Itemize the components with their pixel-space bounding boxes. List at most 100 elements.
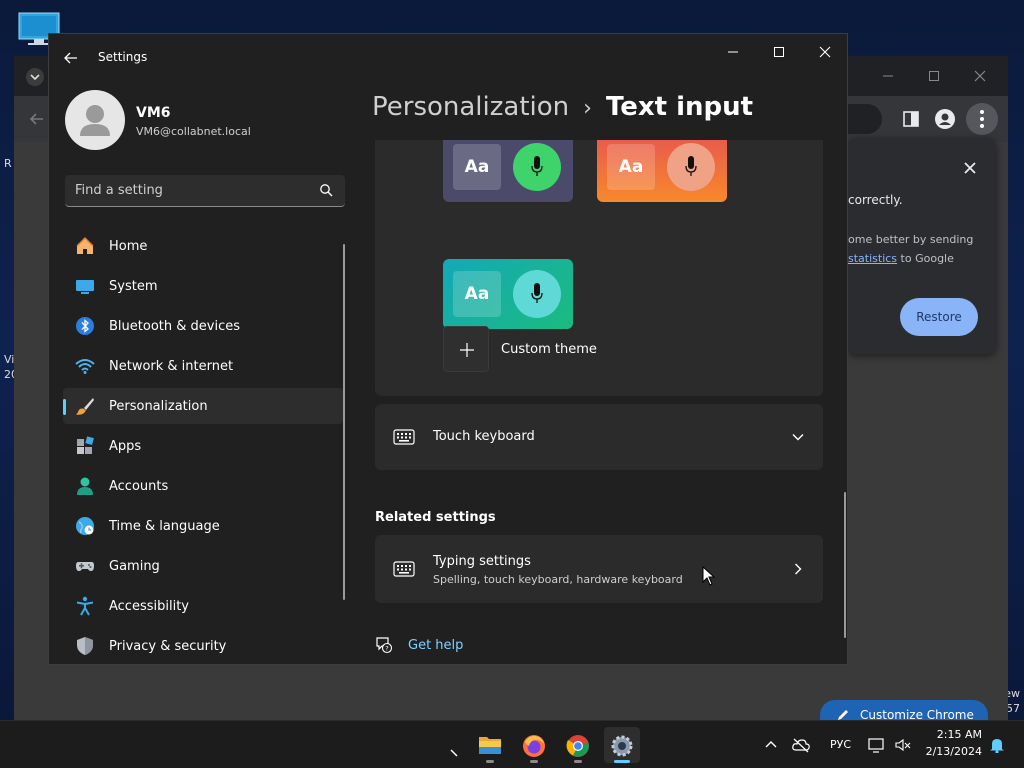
sidebar-item-bluetooth[interactable]: Bluetooth & devices [63,308,343,344]
close-icon [819,46,831,58]
taskbar-handle-icon [450,749,458,757]
chevron-right-icon [795,563,802,575]
user-avatar-icon [80,105,110,136]
restore-pages-popup: correctly. ome better by sending statist… [848,138,996,354]
profile-email: VM6@collabnet.local [136,125,251,138]
taskbar-file-explorer[interactable] [472,727,508,763]
custom-theme-button[interactable] [443,326,489,372]
clock-date[interactable]: 2/13/2024 [912,745,982,758]
desktop-text: R [4,157,12,170]
notification-bell-icon[interactable] [988,737,1006,753]
minimize-button[interactable] [715,42,751,62]
restore-button[interactable]: Restore [900,298,978,336]
theme-aa-label: Aa [453,144,501,190]
globe-icon [76,517,94,535]
sidebar-item-label: Network & internet [109,359,234,374]
onedrive-icon[interactable] [792,737,810,753]
network-icon[interactable] [868,737,886,753]
typing-settings-row[interactable]: Typing settings Spelling, touch keyboard… [375,535,823,603]
side-panel-icon[interactable] [900,108,922,130]
settings-gear-icon [611,735,633,757]
sidebar-item-label: Personalization [109,399,208,414]
running-indicator [574,760,582,763]
touch-keyboard-label: Touch keyboard [433,429,535,444]
profile-icon[interactable] [934,108,956,130]
sidebar-item-gaming[interactable]: Gaming [63,548,343,584]
plus-icon [460,343,474,357]
sidebar-nav: Home System Bluetooth & devices Network … [63,228,343,664]
sidebar-item-network[interactable]: Network & internet [63,348,343,384]
firefox-icon [523,735,545,757]
sidebar-item-time-language[interactable]: Time & language [63,508,343,544]
avatar[interactable] [65,90,125,150]
sidebar-item-system[interactable]: System [63,268,343,304]
sidebar-item-personalization[interactable]: Personalization [63,388,343,424]
back-button[interactable] [61,48,81,68]
volume-muted-icon[interactable] [894,737,912,753]
sidebar-item-accessibility[interactable]: Accessibility [63,588,343,624]
themes-card: Aa Aa Aa Custom theme [375,140,823,396]
settings-window: Settings VM6 VM6@collabnet.local Home Sy… [48,33,848,665]
maximize-icon [774,47,784,57]
theme-aa-label: Aa [453,271,501,317]
sidebar-item-label: Time & language [109,519,220,534]
content-pane: Aa Aa Aa Custom theme Touch keyboard Rel… [375,140,823,664]
brush-icon [76,398,94,415]
chrome-icon [566,735,589,757]
sidebar-item-privacy-security[interactable]: Privacy & security [63,628,343,664]
microphone-icon [531,156,543,176]
theme-tile[interactable]: Aa [443,140,573,202]
system-icon [76,280,94,294]
chrome-maximize-button[interactable] [924,66,944,86]
minimize-icon [728,51,738,53]
taskbar: РУС 2:15 AM 2/13/2024 [0,720,1024,768]
back-arrow-icon[interactable] [28,110,46,128]
popup-message: correctly. [848,193,903,207]
chrome-close-button[interactable] [970,66,990,86]
running-indicator [614,760,630,763]
gamepad-icon [76,562,94,571]
touch-keyboard-row[interactable]: Touch keyboard [375,404,823,470]
sidebar-item-accounts[interactable]: Accounts [63,468,343,504]
get-help-link[interactable]: Get help [408,638,463,653]
sidebar-item-label: System [109,279,158,294]
maximize-button[interactable] [761,42,797,62]
taskbar-settings[interactable] [604,727,640,763]
theme-tile[interactable]: Aa [597,140,727,202]
chrome-minimize-button[interactable] [878,66,898,86]
usage-statistics-link[interactable]: statistics [848,252,897,265]
chevron-up-icon[interactable] [762,737,780,753]
popup-close-button[interactable] [960,158,980,178]
sidebar-scrollbar[interactable] [343,244,345,600]
theme-mic [513,270,561,318]
theme-mic [667,143,715,191]
taskbar-firefox[interactable] [516,727,552,763]
accounts-icon [77,477,93,495]
chevron-down-icon [792,434,804,441]
chrome-menu-button[interactable] [966,103,998,135]
running-indicator [530,760,538,763]
content-scrollbar[interactable] [844,492,846,638]
get-help-icon: ? [376,637,393,654]
close-button[interactable] [807,42,843,62]
back-arrow-icon [64,52,77,64]
sidebar-item-apps[interactable]: Apps [63,428,343,464]
custom-theme-label[interactable]: Custom theme [501,342,597,357]
typing-settings-title: Typing settings [433,554,531,569]
tab-search-button[interactable] [26,68,44,86]
theme-tile[interactable]: Aa [443,259,573,329]
language-indicator[interactable]: РУС [830,738,851,751]
clock-time[interactable]: 2:15 AM [922,728,982,741]
search-input[interactable] [65,175,315,205]
taskbar-chrome[interactable] [560,727,596,763]
minimize-icon [883,75,893,77]
breadcrumb-parent[interactable]: Personalization [372,92,569,122]
keyboard-icon [393,429,415,445]
sidebar-item-label: Gaming [109,559,160,574]
svg-text:?: ? [385,645,388,653]
search-icon[interactable] [319,183,333,197]
popup-description: ome better by sending [848,233,974,246]
sidebar-item-home[interactable]: Home [63,228,343,264]
running-indicator [486,760,494,763]
typing-settings-subtitle: Spelling, touch keyboard, hardware keybo… [433,573,683,586]
